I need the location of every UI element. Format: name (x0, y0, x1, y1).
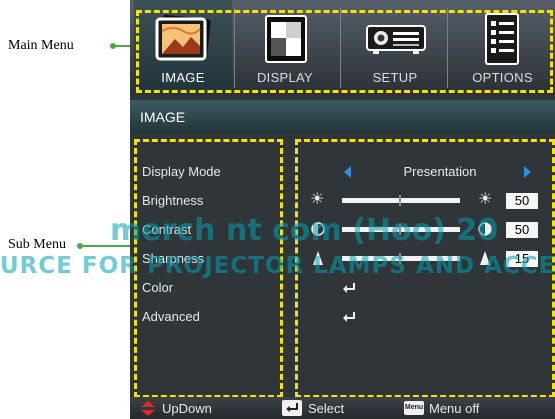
footer-updown-label: UpDown (162, 401, 212, 416)
submenu-header: IMAGE (130, 100, 555, 133)
footer-bar: UpDown Select Menu Menu off (130, 397, 555, 419)
submenu-item-display-mode[interactable]: Display Mode (142, 164, 221, 179)
advanced-enter-icon[interactable] (342, 311, 356, 323)
menu-key-label: Menu (404, 404, 424, 411)
sun-dim-icon: ☀ (310, 191, 325, 208)
left-arrow-icon[interactable] (342, 165, 352, 179)
footer-menu-off-label: Menu off (429, 401, 480, 416)
updown-arrows-icon (141, 401, 155, 416)
display-mode-value: Presentation (403, 164, 477, 179)
sun-bright-icon: ☀ (478, 191, 493, 208)
main-menu-callout: Main Menu (8, 38, 74, 53)
main-menu-callout-dot (110, 43, 116, 49)
brightness-slider[interactable] (342, 195, 460, 206)
watermark-line1: merch nt com (Hoo) 20 (110, 213, 499, 248)
footer-select-label: Select (308, 401, 345, 416)
contrast-value: 50 (506, 222, 538, 238)
sub-menu-callout: Sub Menu (8, 237, 66, 252)
submenu-title: IMAGE (140, 109, 186, 125)
submenu-item-advanced[interactable]: Advanced (142, 309, 200, 324)
brightness-value: 50 (506, 193, 538, 209)
brightness-slider-knob[interactable] (399, 195, 401, 206)
color-enter-icon[interactable] (342, 282, 356, 294)
submenu-item-color[interactable]: Color (142, 280, 173, 295)
right-arrow-icon[interactable] (523, 165, 533, 179)
watermark-line2: URCE FOR PROJECTOR LAMPS AND ACCE (0, 253, 555, 279)
sub-menu-callout-dot (77, 243, 83, 249)
submenu-item-brightness[interactable]: Brightness (142, 193, 203, 208)
osd-menu: IMAGE DISPLAY SETUP OPTIONS IMAGE Displa… (130, 0, 555, 419)
enter-key-icon (282, 400, 302, 416)
menu-key-icon: Menu (404, 401, 424, 415)
main-menu-highlight (136, 10, 553, 93)
